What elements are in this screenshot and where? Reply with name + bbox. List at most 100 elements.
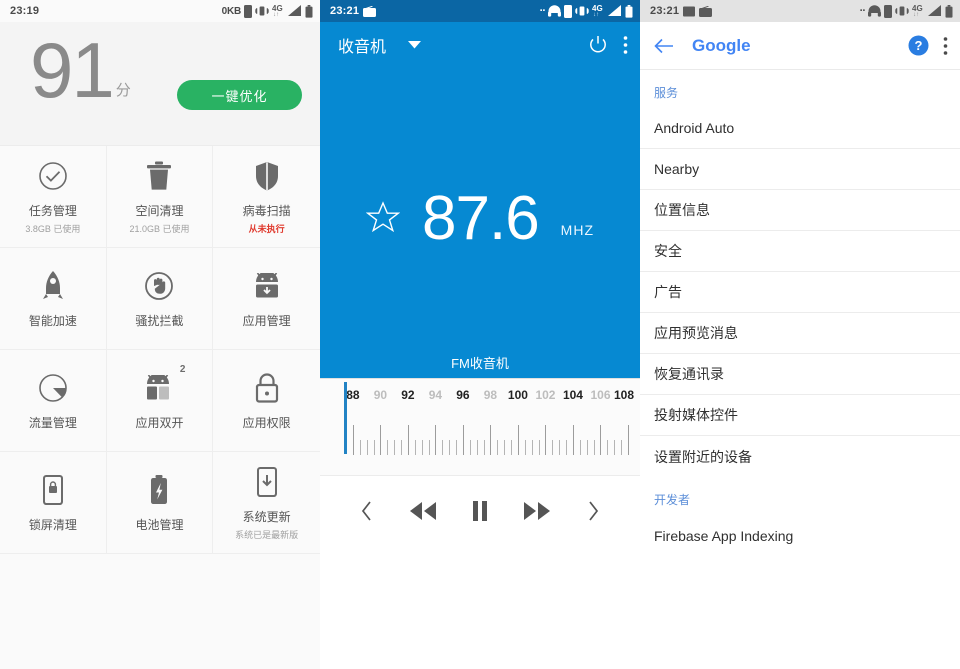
dial-ticks (320, 423, 640, 455)
dial-tick (442, 440, 444, 455)
more-vert-icon[interactable] (623, 35, 628, 55)
tool-tile[interactable]: 系统更新 系统已是最新版 (213, 452, 320, 554)
chevron-down-icon[interactable] (408, 36, 422, 54)
phone-screen-fm-radio: 23:21 ·· 4G ↓↑ 收音机 87.6 MHZ FM收音机 88 90 … (320, 0, 640, 669)
phone-lock-icon (42, 473, 63, 507)
tool-tile[interactable]: 空间清理 21.0GB 已使用 (106, 146, 214, 248)
dial-tick (414, 440, 416, 455)
settings-list-item[interactable]: 恢复通讯录 (640, 354, 960, 395)
settings-list-item[interactable]: 设置附近的设备 (640, 436, 960, 477)
dial-label: 104 (562, 388, 583, 402)
tuner-needle[interactable] (344, 382, 347, 454)
tool-tile[interactable]: 任务管理 3.8GB 已使用 (0, 146, 107, 248)
signal-icon (928, 5, 941, 16)
more-vert-icon[interactable] (943, 36, 948, 56)
dial-tick (566, 440, 568, 455)
sim-icon (884, 4, 892, 18)
power-icon[interactable] (587, 34, 609, 56)
pause-button[interactable] (470, 499, 490, 523)
dial-tick (428, 440, 430, 455)
grid-bottom-space (0, 554, 320, 669)
one-tap-optimize-button[interactable]: 一键优化 (177, 80, 302, 110)
status-clock: 23:21 (650, 5, 680, 17)
settings-list-item[interactable]: 安全 (640, 231, 960, 272)
dial-label: 100 (507, 388, 528, 402)
phone-screen-optimizer: 23:19 0KB 4G ↓↑ 91 分 一键优化 任务管理 3.8GB 已使用 空… (0, 0, 320, 669)
android-box-icon (253, 269, 281, 303)
dial-label: 108 (613, 388, 635, 402)
settings-list-item[interactable]: 位置信息 (640, 190, 960, 231)
three-phone-screenshots: 23:19 0KB 4G ↓↑ 91 分 一键优化 任务管理 3.8GB 已使用 空… (0, 0, 960, 669)
tool-tile[interactable]: 病毒扫描 从未执行 (213, 146, 320, 248)
next-station-button[interactable] (584, 499, 602, 523)
battery-icon (625, 4, 633, 18)
settings-list-item[interactable]: Android Auto (640, 108, 960, 149)
settings-list-item[interactable]: Firebase App Indexing (640, 515, 960, 556)
fast-forward-button[interactable] (522, 500, 552, 522)
tile-label: 骚扰拦截 (135, 313, 184, 328)
settings-list-item[interactable]: 广告 (640, 272, 960, 313)
playback-controls (320, 476, 640, 546)
tool-tile[interactable]: 锁屏清理 (0, 452, 107, 554)
tool-tile[interactable]: 流量管理 (0, 350, 107, 452)
frequency-dial[interactable]: 88 90 92 94 96 98 100 102 104 106 108 (320, 378, 640, 476)
phone-screen-google-settings: 23:21 ·· 4G ↓↑ Google ? 服务 Android Auto … (640, 0, 960, 669)
dial-tick (511, 440, 513, 455)
arrow-back-icon[interactable] (654, 38, 692, 54)
settings-list-item[interactable]: Nearby (640, 149, 960, 190)
shield-icon (254, 159, 280, 193)
headset-icon (548, 5, 561, 17)
tool-tile[interactable]: 电池管理 (106, 452, 214, 554)
network-4g-icon: 4G ↓↑ (272, 4, 283, 18)
lock-icon (255, 371, 279, 405)
dial-tick (407, 425, 409, 455)
tool-grid: 任务管理 3.8GB 已使用 空间清理 21.0GB 已使用 病毒扫描 从未执行智能加速 骚… (0, 145, 320, 554)
settings-list-item[interactable]: 投射媒体控件 (640, 395, 960, 436)
prev-station-button[interactable] (358, 499, 376, 523)
tile-subtitle: 系统已是最新版 (235, 529, 299, 540)
image-icon (683, 6, 696, 16)
android-dual-icon: 2 (144, 364, 185, 405)
hand-block-icon (144, 269, 174, 303)
help-circle-icon[interactable]: ? (908, 35, 929, 56)
dial-tick (394, 440, 396, 455)
settings-list: 服务 Android Auto Nearby 位置信息 安全 广告 应用预览消息 恢复通讯录投… (640, 70, 960, 556)
status-data-rate: 0KB (221, 5, 242, 17)
dial-label: 98 (483, 388, 498, 402)
sim-icon (244, 4, 252, 18)
dial-tick (517, 425, 519, 455)
dial-tick (559, 440, 561, 455)
dial-tick (628, 425, 629, 455)
tool-tile[interactable]: 应用权限 (213, 350, 320, 452)
dial-tick (538, 440, 540, 455)
dial-labels: 88 90 92 94 96 98 100 102 104 106 108 (320, 388, 640, 408)
pie-chart-icon (38, 371, 68, 405)
signal-icon (288, 5, 301, 16)
dial-tick (359, 440, 361, 455)
dial-tick (462, 425, 464, 455)
dial-tick (593, 440, 595, 455)
radio-icon (363, 5, 377, 17)
dial-tick (373, 440, 375, 455)
star-outline-icon[interactable] (365, 200, 401, 239)
rewind-button[interactable] (408, 500, 438, 522)
tile-label: 锁屏清理 (28, 517, 77, 532)
tool-tile[interactable]: 智能加速 (0, 248, 107, 350)
battery-bolt-icon (150, 473, 168, 507)
battery-icon (945, 4, 953, 18)
tool-tile[interactable]: 骚扰拦截 (106, 248, 214, 350)
tool-tile[interactable]: 2 应用双开 (106, 350, 214, 452)
tile-label: 应用管理 (242, 313, 291, 328)
tile-label: 电池管理 (135, 517, 184, 532)
tile-label: 应用双开 (135, 415, 184, 430)
vibrate-icon (255, 6, 269, 16)
signal-icon (608, 5, 621, 16)
dial-tick (621, 440, 623, 455)
google-app-bar: Google ? (640, 22, 960, 70)
dial-tick (366, 440, 368, 455)
tool-tile[interactable]: 应用管理 (213, 248, 320, 350)
tile-label: 任务管理 (28, 203, 77, 218)
settings-list-item[interactable]: 应用预览消息 (640, 313, 960, 354)
fm-bottom-space (320, 546, 640, 669)
rocket-icon (42, 269, 64, 303)
